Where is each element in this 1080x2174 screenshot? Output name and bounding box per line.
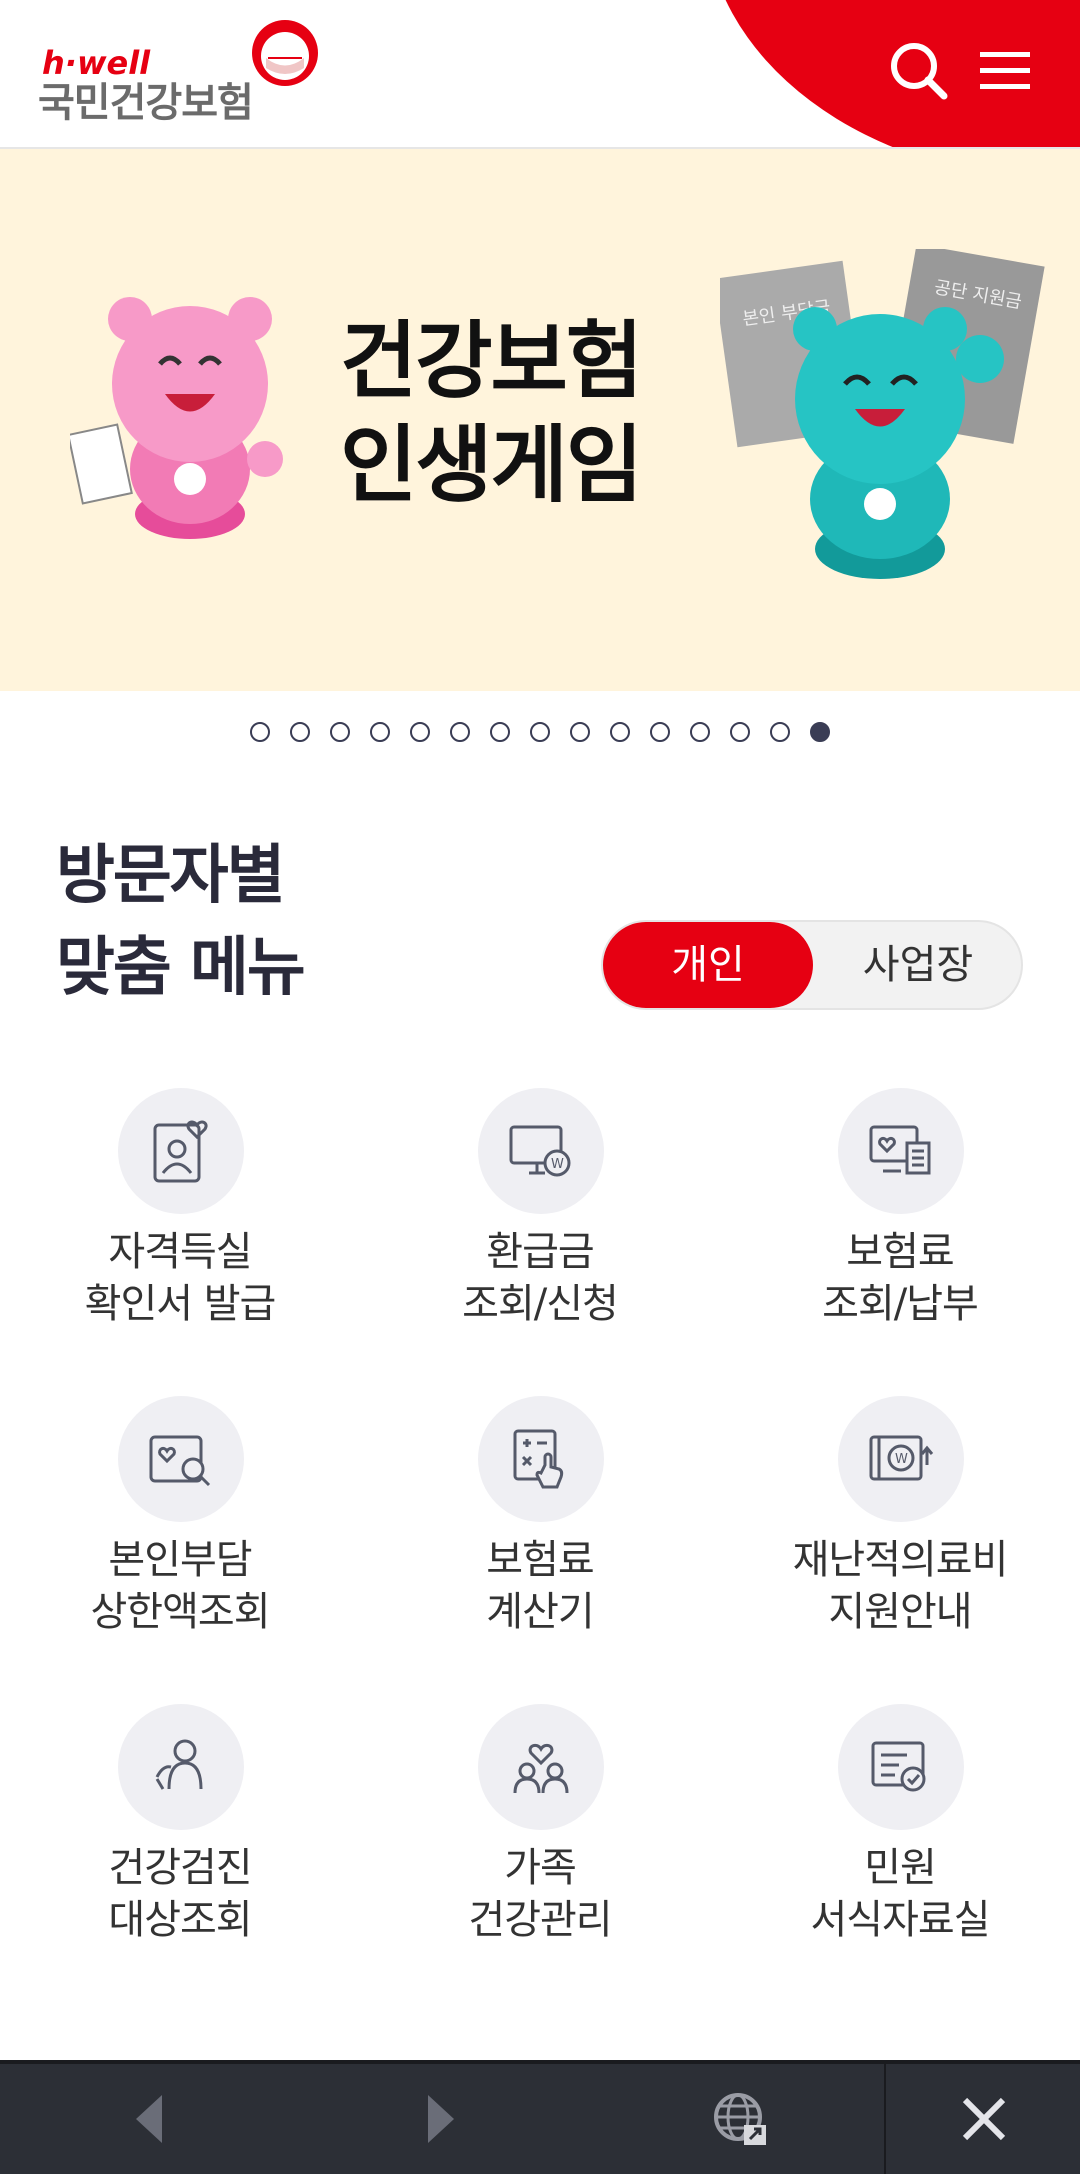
- close-icon: [962, 2097, 1006, 2141]
- carousel-dot-1[interactable]: [250, 722, 270, 742]
- globe-icon: [714, 2093, 766, 2145]
- menu-label-line1: 재난적의료비: [792, 1537, 1009, 1583]
- forward-arrow-icon: [428, 2095, 454, 2143]
- carousel-dot-11[interactable]: [650, 722, 670, 742]
- menu-label-line1: 가족: [504, 1845, 577, 1891]
- menu-label-line1: 민원: [864, 1845, 937, 1891]
- menu-label-line2: 대상조회: [108, 1897, 252, 1943]
- menu-label-line2: 계산기: [486, 1589, 594, 1635]
- menu-label-line1: 보험료: [846, 1229, 954, 1275]
- carousel-indicator: [0, 722, 1080, 752]
- svg-text:W: W: [895, 1452, 908, 1467]
- menu-button[interactable]: [972, 38, 1038, 104]
- menu-item-label: 자격득실 확인서 발급: [30, 1226, 330, 1330]
- header: h·well 국민건강보험: [0, 0, 1080, 149]
- menu-label-line2: 조회/납부: [822, 1281, 979, 1327]
- carousel-dot-14[interactable]: [770, 722, 790, 742]
- carousel-dot-15[interactable]: [810, 722, 830, 742]
- svg-text:W: W: [551, 1157, 564, 1172]
- toggle-personal[interactable]: 개인: [603, 922, 813, 1008]
- carousel-dot-13[interactable]: [730, 722, 750, 742]
- menu-item-label: 가족 건강관리: [390, 1842, 690, 1946]
- menu-item-premium-payment[interactable]: 보험료 조회/납부: [750, 1088, 1050, 1348]
- promo-banner[interactable]: 건강보험 인생게임 본인 부담금 공단 지원금: [0, 149, 1080, 691]
- user-type-toggle: 개인 사업장: [601, 920, 1023, 1010]
- carousel-dot-10[interactable]: [610, 722, 630, 742]
- monitor-receipt-icon: [838, 1088, 964, 1214]
- search-button[interactable]: [886, 38, 952, 104]
- menu-item-qualification[interactable]: 자격득실 확인서 발급: [30, 1088, 330, 1348]
- menu-item-label: 건강검진 대상조회: [30, 1842, 330, 1946]
- calculator-icon: [478, 1396, 604, 1522]
- carousel-dot-7[interactable]: [490, 722, 510, 742]
- menu-label-line2: 서식자료실: [810, 1897, 991, 1943]
- section-title-line1: 방문자별: [56, 839, 286, 913]
- menu-label-line2: 확인서 발급: [84, 1281, 277, 1327]
- menu-item-calculator[interactable]: 보험료 계산기: [390, 1396, 690, 1656]
- carousel-dot-4[interactable]: [370, 722, 390, 742]
- monitor-won-icon: W: [478, 1088, 604, 1214]
- menu-item-label: 보험료 계산기: [390, 1534, 690, 1638]
- pink-mascot-icon: [70, 297, 283, 539]
- menu-item-copay-limit[interactable]: 본인부담 상한액조회: [30, 1396, 330, 1656]
- family-heart-icon: [478, 1704, 604, 1830]
- heart-search-icon: [118, 1396, 244, 1522]
- menu-label-line2: 지원안내: [828, 1589, 972, 1635]
- carousel-dot-5[interactable]: [410, 722, 430, 742]
- globe-button[interactable]: [690, 2064, 790, 2174]
- back-arrow-icon: [136, 2095, 162, 2143]
- carousel-dot-12[interactable]: [690, 722, 710, 742]
- carousel-dot-2[interactable]: [290, 722, 310, 742]
- close-button[interactable]: [884, 2064, 1080, 2174]
- logo[interactable]: h·well 국민건강보험: [38, 18, 338, 128]
- carousel-dot-8[interactable]: [530, 722, 550, 742]
- menu-item-label: 재난적의료비 지원안내: [750, 1534, 1050, 1638]
- menu-item-label: 본인부담 상한액조회: [30, 1534, 330, 1638]
- carousel-dot-3[interactable]: [330, 722, 350, 742]
- menu-label-line1: 자격득실: [108, 1229, 252, 1275]
- menu-item-label: 보험료 조회/납부: [750, 1226, 1050, 1330]
- back-button[interactable]: [100, 2064, 200, 2174]
- menu-label-line1: 본인부담: [108, 1537, 252, 1583]
- menu-item-forms-library[interactable]: 민원 서식자료실: [750, 1704, 1050, 1964]
- menu-label-line2: 건강관리: [468, 1897, 612, 1943]
- menu-label-line1: 환급금: [486, 1229, 594, 1275]
- menu-item-health-checkup[interactable]: 건강검진 대상조회: [30, 1704, 330, 1964]
- menu-label-line2: 상한액조회: [90, 1589, 271, 1635]
- menu-item-catastrophic-support[interactable]: W 재난적의료비 지원안내: [750, 1396, 1050, 1656]
- menu-label-line2: 조회/신청: [462, 1281, 619, 1327]
- carousel-dot-6[interactable]: [450, 722, 470, 742]
- section-title-line2: 맞춤 메뉴: [56, 931, 306, 1005]
- id-card-heart-icon: [118, 1088, 244, 1214]
- browser-bottom-bar: [0, 2060, 1080, 2174]
- forward-button[interactable]: [390, 2064, 490, 2174]
- banner-title-line1: 건강보험: [340, 312, 643, 410]
- banner-title: 건강보험 인생게임: [340, 309, 740, 517]
- carousel-dot-9[interactable]: [570, 722, 590, 742]
- menu-item-label: 민원 서식자료실: [750, 1842, 1050, 1946]
- menu-item-refund[interactable]: W 환급금 조회/신청: [390, 1088, 690, 1348]
- document-check-icon: [838, 1704, 964, 1830]
- person-health-icon: [118, 1704, 244, 1830]
- menu-label-line1: 건강검진: [108, 1845, 252, 1891]
- won-support-icon: W: [838, 1396, 964, 1522]
- menu-label-line1: 보험료: [486, 1537, 594, 1583]
- menu-item-label: 환급금 조회/신청: [390, 1226, 690, 1330]
- logo-name-text: 국민건강보험: [38, 80, 254, 126]
- search-icon: [891, 43, 948, 100]
- section-title: 방문자별 맞춤 메뉴: [56, 830, 306, 1014]
- teal-mascot-icon: 본인 부담금 공단 지원금: [720, 249, 1045, 579]
- menu-item-family-health[interactable]: 가족 건강관리: [390, 1704, 690, 1964]
- toggle-business[interactable]: 사업장: [813, 922, 1023, 1008]
- hamburger-menu-icon: [980, 52, 1030, 89]
- banner-title-line2: 인생게임: [340, 416, 643, 514]
- logo-mascot-icon: [252, 20, 318, 86]
